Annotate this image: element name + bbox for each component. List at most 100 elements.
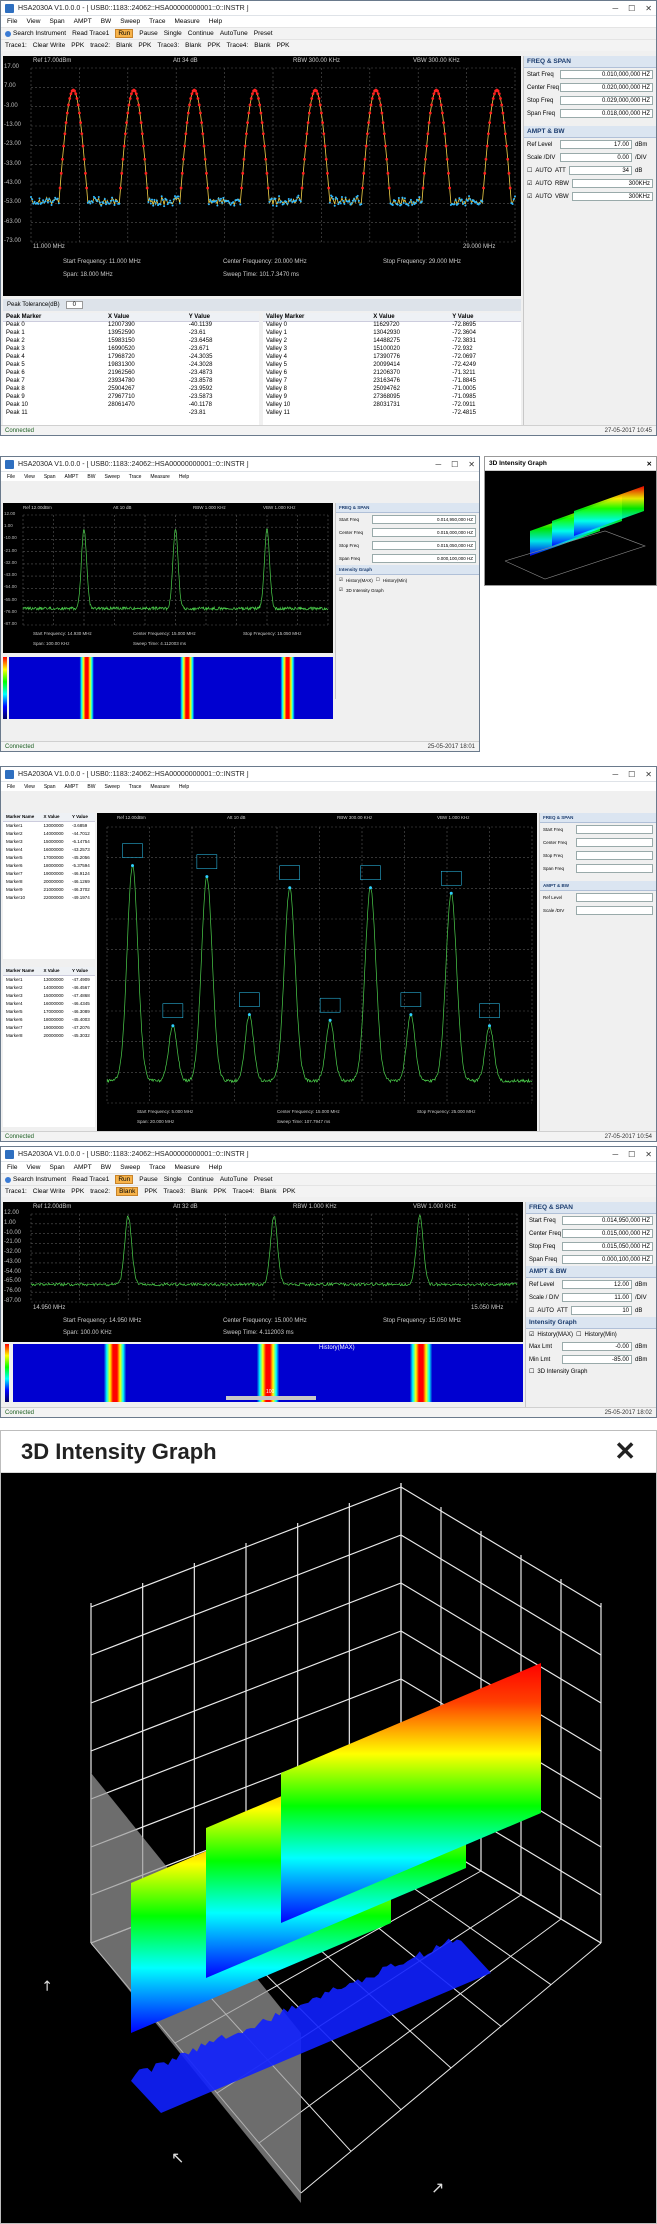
read-trace-button[interactable]: Read Trace1 <box>72 1176 109 1183</box>
auto-rbw-checkbox[interactable]: ☑ <box>527 180 532 187</box>
minimize-icon[interactable]: ─ <box>612 4 618 13</box>
trace2-ppk[interactable]: PPK <box>138 42 151 49</box>
ref-level-input[interactable]: 17.00 <box>560 140 632 149</box>
table-row[interactable]: Valley 9 27368095 -71.0985 <box>263 393 521 401</box>
trace1-mode-select[interactable]: Clear Write <box>33 1188 65 1195</box>
pause-button[interactable]: Pause <box>139 1176 157 1183</box>
span-freq-input[interactable]: 0.000,100,000 HZ <box>562 1255 653 1264</box>
waterfall-display[interactable] <box>9 657 333 719</box>
table-row[interactable]: Valley 1 13042930 -72.3604 <box>263 329 521 337</box>
ref-level-input[interactable]: 12.00 <box>562 1280 632 1289</box>
table-row[interactable]: Peak 0 12007390 -40.1139 <box>3 321 259 329</box>
span-freq-input[interactable] <box>576 864 653 873</box>
minimize-icon[interactable]: ─ <box>612 1150 618 1159</box>
search-instrument-button[interactable]: Search Instrument <box>5 1176 66 1183</box>
close-icon[interactable]: ✕ <box>614 1436 636 1467</box>
menu-file[interactable]: File <box>7 18 17 25</box>
table-row[interactable]: Marker3 15000000 -47.4868 <box>3 991 95 999</box>
maximize-icon[interactable]: ☐ <box>628 770 635 779</box>
menu-bw[interactable]: BW <box>101 1164 111 1171</box>
att-input[interactable]: 10 <box>571 1306 632 1315</box>
table-row[interactable]: Marker4 16000000 -46.4345 <box>3 999 95 1007</box>
menu-help[interactable]: Help <box>179 784 189 790</box>
table-row[interactable]: Marker8 20000000 -45.3032 <box>3 1031 95 1039</box>
autotune-button[interactable]: AutoTune <box>220 1176 248 1183</box>
menu-bw[interactable]: BW <box>87 474 95 480</box>
trace3-mode-select[interactable]: Blank <box>185 42 201 49</box>
peak-tolerance-input[interactable]: 0 <box>66 301 83 309</box>
menu-measure[interactable]: Measure <box>174 18 199 25</box>
min-limit-input[interactable]: -85.00 <box>562 1355 632 1364</box>
table-row[interactable]: Marker3 15000000 -6.14754 <box>3 837 95 845</box>
menu-trace[interactable]: Trace <box>129 784 142 790</box>
table-row[interactable]: Peak 11 -23.81 <box>3 409 259 417</box>
start-freq-input[interactable]: 0.010,000,000 HZ <box>560 70 653 79</box>
menu-trace[interactable]: Trace <box>129 474 142 480</box>
menu-bw[interactable]: BW <box>87 784 95 790</box>
close-icon[interactable]: ✕ <box>647 460 652 468</box>
center-freq-input[interactable] <box>576 838 653 847</box>
waterfall-scrollbar[interactable] <box>226 1396 316 1400</box>
menu-span[interactable]: Span <box>49 1164 64 1171</box>
menu-view[interactable]: View <box>26 18 40 25</box>
table-row[interactable]: Peak 5 19831300 -24.3028 <box>3 361 259 369</box>
trace4-mode-select[interactable]: Blank <box>254 42 270 49</box>
trace2-mode-select[interactable]: Blank <box>116 1187 138 1196</box>
table-row[interactable]: Marker9 21000000 -46.3702 <box>3 885 95 893</box>
trace2-ppk[interactable]: PPK <box>144 1188 157 1195</box>
trace4-mode-select[interactable]: Blank <box>260 1188 276 1195</box>
menu-measure[interactable]: Measure <box>150 784 169 790</box>
read-trace-button[interactable]: Read Trace1 <box>72 30 109 37</box>
table-row[interactable]: Marker2 14000000 -44.7012 <box>3 829 95 837</box>
preset-button[interactable]: Preset <box>254 30 273 37</box>
trace1-ppk[interactable]: PPK <box>71 1188 84 1195</box>
menu-view[interactable]: View <box>26 1164 40 1171</box>
menu-ampt[interactable]: AMPT <box>74 1164 92 1171</box>
continue-button[interactable]: Continue <box>188 1176 214 1183</box>
search-instrument-button[interactable]: Search Instrument <box>5 30 66 37</box>
table-row[interactable]: Peak 10 28061470 -40.1178 <box>3 401 259 409</box>
history-max-checkbox[interactable]: ☑ <box>529 1331 534 1338</box>
menu-help[interactable]: Help <box>209 18 222 25</box>
table-row[interactable]: Marker7 19000000 -46.9124 <box>3 869 95 877</box>
menu-view[interactable]: View <box>24 784 35 790</box>
menu-file[interactable]: File <box>7 1164 17 1171</box>
trace1-mode-select[interactable]: Clear Write <box>33 42 65 49</box>
vbw-select[interactable]: 300KHz <box>572 192 653 201</box>
maximize-icon[interactable]: ☐ <box>451 460 458 469</box>
table-row[interactable]: Valley 3 15100020 -72.932 <box>263 345 521 353</box>
table-row[interactable]: Marker8 20000000 -46.1269 <box>3 877 95 885</box>
3d-graph-checkbox[interactable]: ☑ <box>339 587 343 593</box>
ref-level-input[interactable] <box>576 893 653 902</box>
att-input[interactable]: 34 <box>569 166 632 175</box>
menu-measure[interactable]: Measure <box>174 1164 199 1171</box>
maximize-icon[interactable]: ☐ <box>628 4 635 13</box>
stop-freq-input[interactable]: 0.029,000,000 HZ <box>560 96 653 105</box>
table-row[interactable]: Valley 5 20099414 -72.4249 <box>263 361 521 369</box>
pause-button[interactable]: Pause <box>139 30 157 37</box>
menu-ampt[interactable]: AMPT <box>74 18 92 25</box>
table-row[interactable]: Peak 1 13952590 -23.61 <box>3 329 259 337</box>
menu-span[interactable]: Span <box>44 474 56 480</box>
table-row[interactable]: Valley 7 23163476 -71.8845 <box>263 377 521 385</box>
rbw-select[interactable]: 300KHz <box>572 179 653 188</box>
menu-measure[interactable]: Measure <box>150 474 169 480</box>
spectrum-plot[interactable]: Ref 12.00dBm Att 32 dB RBW 1.000 KHz VBW… <box>3 1202 523 1342</box>
menu-ampt[interactable]: AMPT <box>65 474 79 480</box>
stop-freq-input[interactable]: 0.015,050,000 HZ <box>372 541 476 550</box>
span-freq-input[interactable]: 0.000,100,000 HZ <box>372 554 476 563</box>
table-row[interactable]: Valley 6 21206370 -71.3211 <box>263 369 521 377</box>
trace1-ppk[interactable]: PPK <box>71 42 84 49</box>
table-row[interactable]: Peak 2 15983150 -23.6458 <box>3 337 259 345</box>
start-freq-input[interactable]: 0.014,950,000 HZ <box>372 515 476 524</box>
close-icon[interactable]: ✕ <box>645 770 652 779</box>
start-freq-input[interactable]: 0.014,950,000 HZ <box>562 1216 653 1225</box>
table-row[interactable]: Marker10 22000000 -49.1974 <box>3 893 95 901</box>
center-freq-input[interactable]: 0.015,000,000 HZ <box>562 1229 653 1238</box>
stop-freq-input[interactable] <box>576 851 653 860</box>
menu-ampt[interactable]: AMPT <box>65 784 79 790</box>
single-button[interactable]: Single <box>164 30 182 37</box>
history-max-checkbox[interactable]: ☑ <box>339 577 343 583</box>
scale-div-input[interactable] <box>576 906 653 915</box>
scale-div-input[interactable]: 0.00 <box>560 153 632 162</box>
